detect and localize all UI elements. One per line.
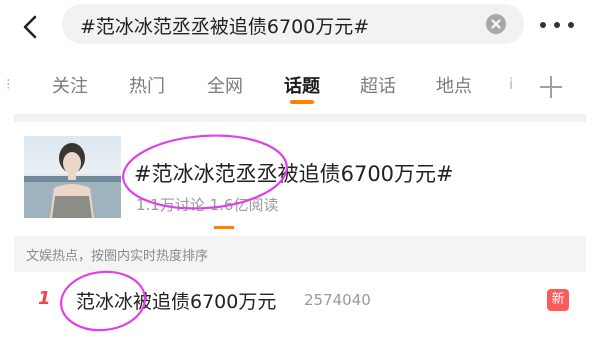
tab-guanzhu[interactable]: 关注 [52,72,88,98]
hot-list-item[interactable]: 1 范冰冰被追债6700万元 2574040 新 [14,272,586,328]
topic-accent-bar [214,226,234,229]
hot-section-header: 文娱热点，按圈内实时热度排序 [14,236,586,272]
tab-remen[interactable]: 热门 [129,72,165,98]
hot-section-title: 文娱热点，按圈内实时热度排序 [26,249,209,264]
topic-thumbnail [24,136,121,218]
clear-icon [491,19,501,29]
more-button[interactable] [538,10,578,40]
tab-chaohua[interactable]: 超话 [360,72,396,98]
search-input[interactable]: #范冰冰范丞丞被追债6700万元# [62,4,524,44]
section-divider [14,114,586,122]
back-arrow-icon [23,15,37,39]
clear-button[interactable] [486,14,506,34]
tab-didian[interactable]: 地点 [436,72,472,98]
search-query: #范冰冰范丞丞被追债6700万元# [80,16,370,38]
add-tab-button[interactable] [540,76,562,98]
hot-item-title: 范冰冰被追债6700万元 [76,291,277,313]
back-button[interactable] [16,12,46,42]
topic-title: #范冰冰范丞丞被追债6700万元# [134,162,454,186]
new-badge: 新 [547,289,569,311]
tab-overflow-right[interactable]: i [509,75,513,93]
hot-item-count: 2574040 [304,291,371,309]
tab-huati[interactable]: 话题 [284,72,320,98]
top-bar: #范冰冰范丞丞被追债6700万元# [0,0,600,62]
tab-overflow-left: ⁝ [6,75,11,93]
active-tab-indicator [290,100,314,104]
rank-number: 1 [38,288,51,309]
topic-card[interactable]: #范冰冰范丞丞被追债6700万元# 1.1万讨论 1.6亿阅读 [14,122,586,232]
topic-stats: 1.1万讨论 1.6亿阅读 [136,196,279,214]
filter-tabs: ⁝ 关注 热门 全网 话题 超话 地点 i [0,62,600,114]
tab-quanwang[interactable]: 全网 [207,72,243,98]
